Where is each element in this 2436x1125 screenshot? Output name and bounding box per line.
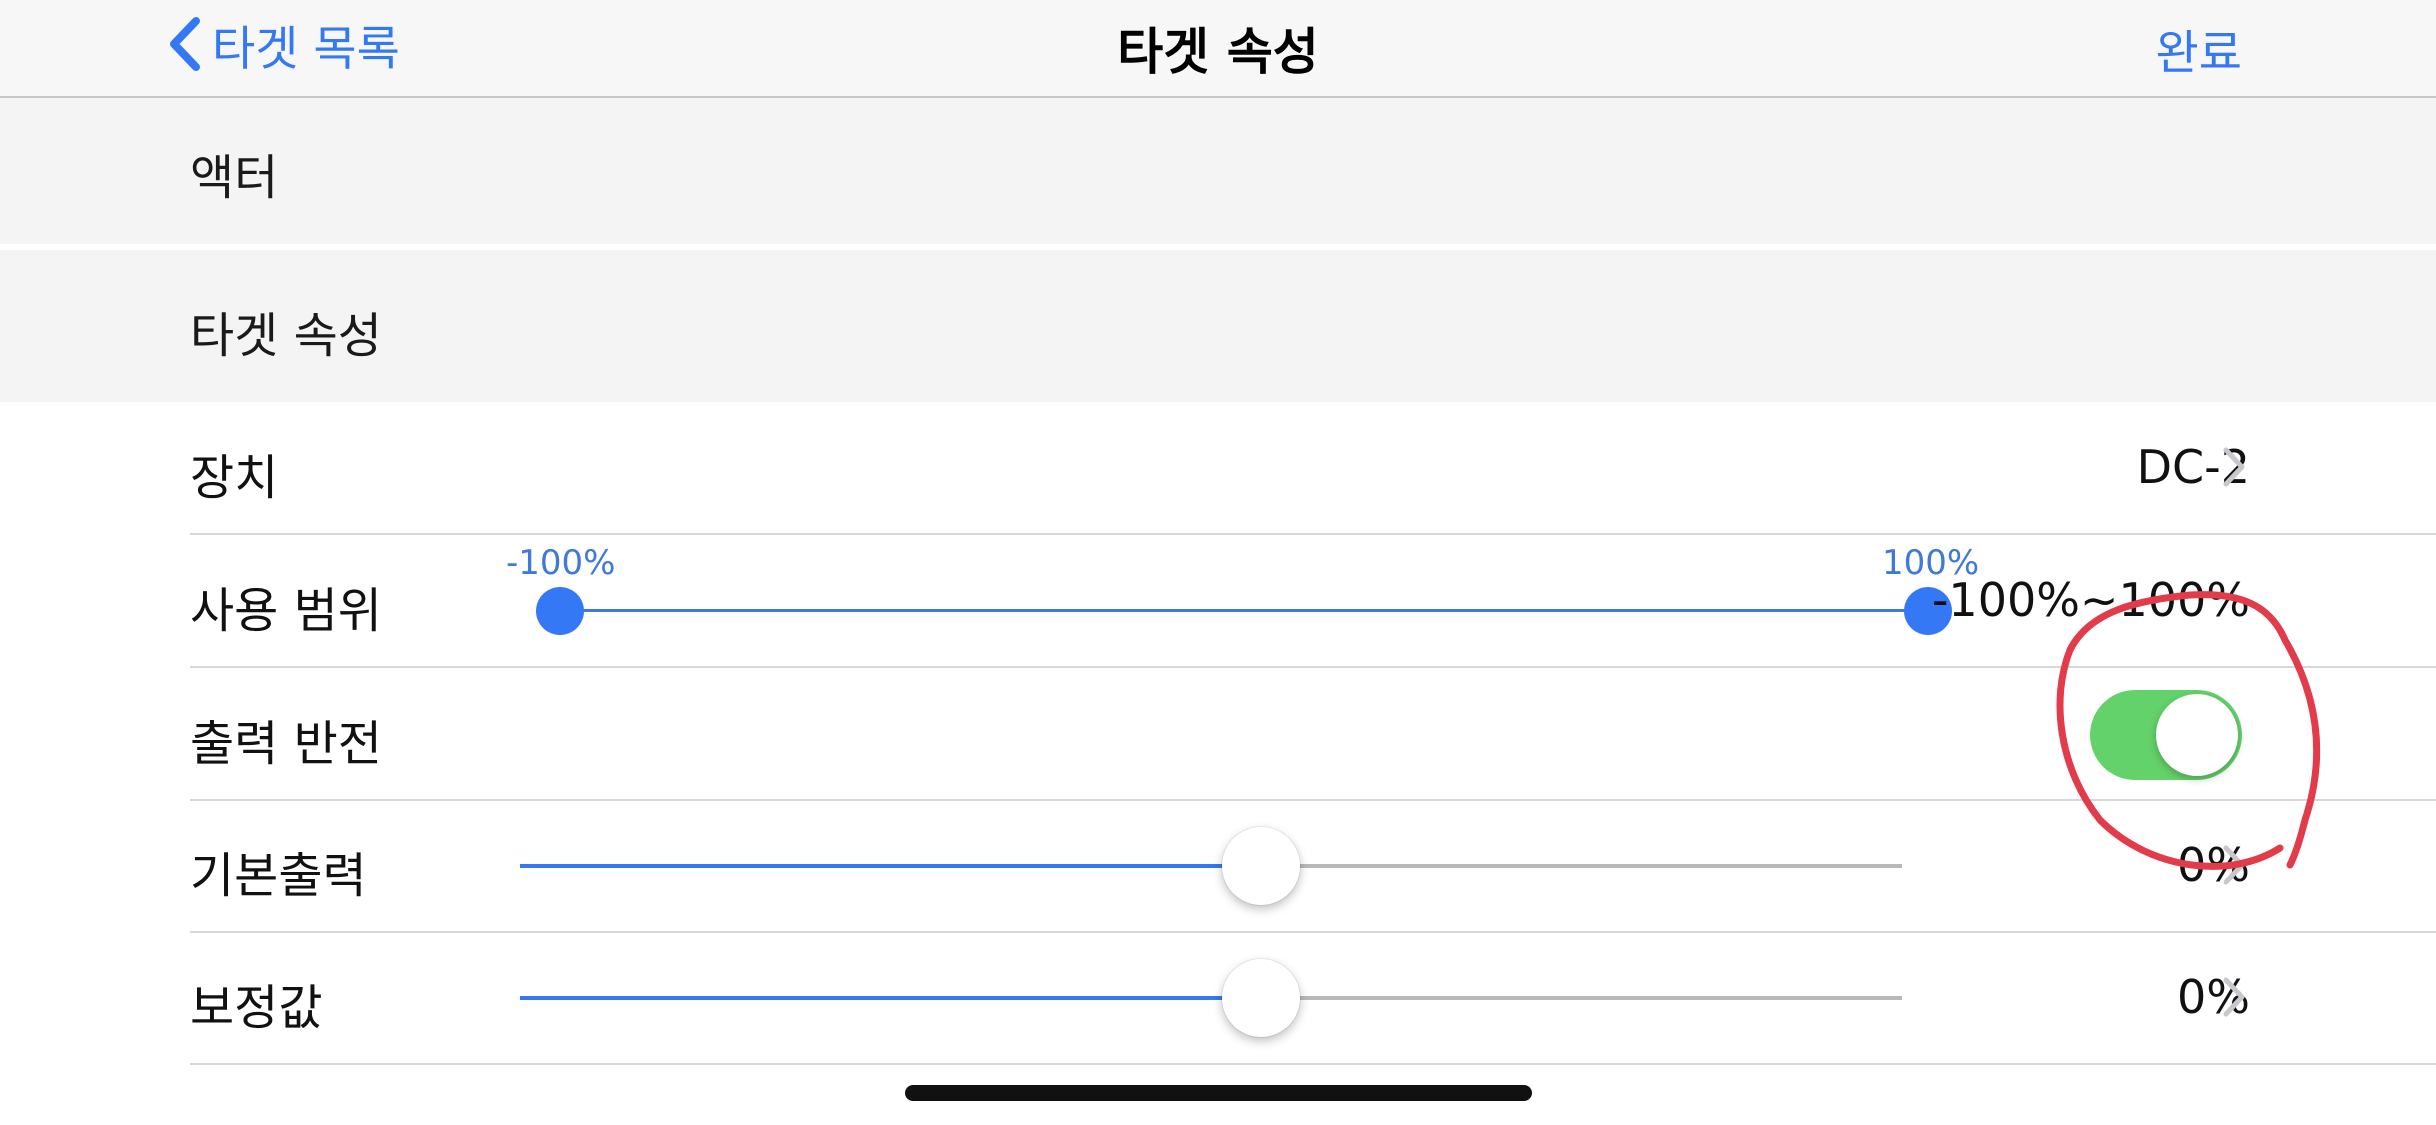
range-min-label: -100% (506, 543, 616, 583)
section-header-actor-label: 액터 (190, 150, 279, 206)
invert-output-toggle[interactable] (2090, 690, 2242, 780)
navigation-bar: 타겟 목록 타겟 속성 완료 (0, 0, 2436, 98)
invert-output-label: 출력 반전 (190, 716, 382, 772)
chevron-right-icon (2223, 447, 2245, 487)
offset-label: 보정값 (190, 980, 323, 1036)
device-label: 장치 (190, 450, 279, 506)
offset-slider-fill (520, 996, 1226, 1000)
default-output-slider-thumb[interactable] (1222, 827, 1300, 905)
range-min-handle[interactable] (536, 587, 584, 635)
default-output-slider-fill (520, 864, 1226, 868)
done-button[interactable]: 완료 (2156, 14, 2242, 83)
offset-row: 보정값 0% (190, 932, 2436, 1065)
default-output-row: 기본출력 0% (190, 800, 2436, 933)
page-title: 타겟 속성 (1117, 23, 1319, 81)
range-slider-track (560, 609, 1928, 612)
chevron-right-icon[interactable] (2220, 842, 2248, 888)
range-label: 사용 범위 (190, 583, 382, 639)
device-row[interactable]: 장치 DC-2 (190, 402, 2436, 535)
toggle-knob (2156, 694, 2238, 776)
offset-slider-thumb[interactable] (1222, 959, 1300, 1037)
section-header-target-label: 타겟 속성 (190, 308, 382, 364)
home-indicator[interactable] (905, 1085, 1532, 1101)
range-row: 사용 범위 -100% 100% -100%~100% (190, 535, 2436, 668)
default-output-slider-track[interactable] (1226, 864, 1902, 868)
offset-slider-track[interactable] (1226, 996, 1902, 1000)
range-value: -100%~100% (1931, 573, 2250, 627)
invert-output-row: 출력 반전 (190, 668, 2436, 801)
section-header-actor: 액터 (0, 98, 2436, 244)
chevron-right-icon[interactable] (2220, 974, 2248, 1020)
default-output-label: 기본출력 (190, 848, 367, 904)
section-header-target-properties: 타겟 속성 (0, 250, 2436, 402)
